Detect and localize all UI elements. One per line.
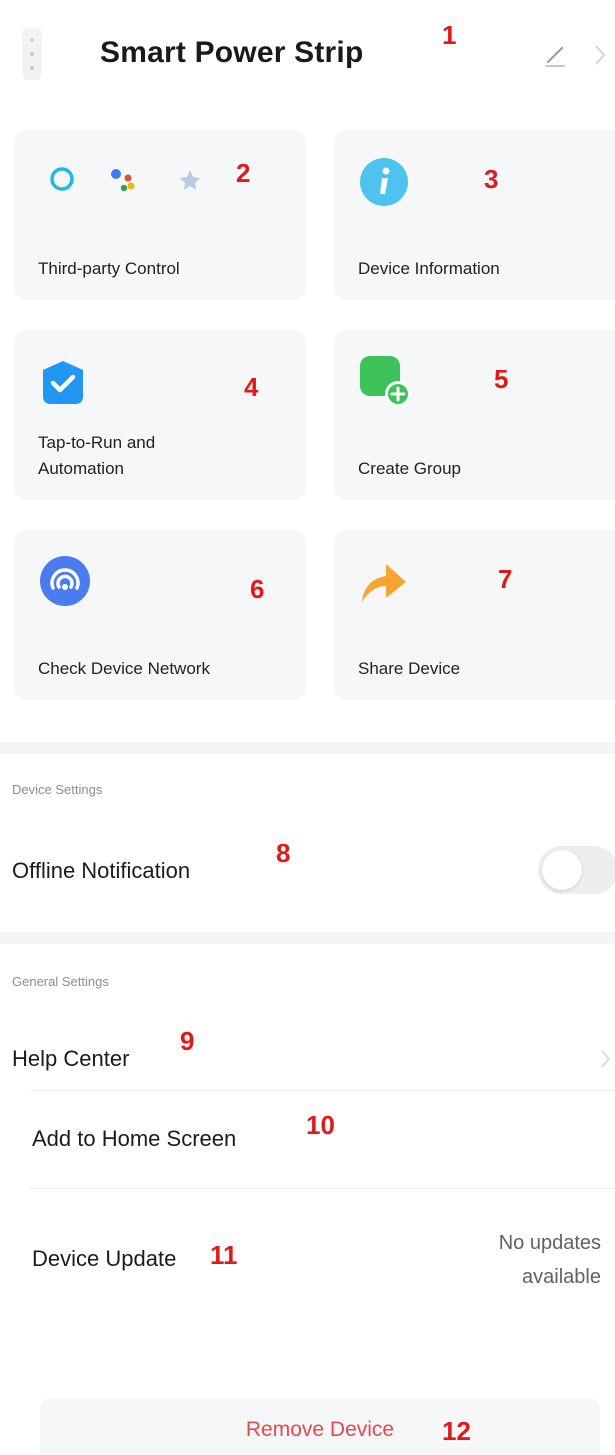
section-label-general-settings: General Settings: [12, 974, 109, 989]
device-update-label: Device Update: [32, 1246, 177, 1271]
chevron-right-icon: [601, 1050, 611, 1068]
add-to-home-screen-label: Add to Home Screen: [32, 1126, 237, 1151]
tile-check-device-network[interactable]: 6 Check Device Network: [14, 530, 306, 700]
tile-share-device[interactable]: 7 Share Device: [334, 530, 615, 700]
tile-third-party-control[interactable]: 2 Third-party Control: [14, 130, 306, 300]
offline-notification-label: Offline Notification: [12, 858, 191, 883]
tile-label: Third-party Control: [38, 259, 180, 278]
row-separator: [30, 1090, 615, 1091]
create-group-icon: [360, 356, 411, 407]
info-icon: [360, 158, 408, 206]
device-settings-page: Smart Power Strip 1 2 Third-party Contro…: [0, 0, 615, 1455]
header-bar: Smart Power Strip 1: [0, 0, 615, 110]
tile-label: Share Device: [358, 659, 461, 678]
device-thumbnail: [22, 28, 42, 80]
voice-assistants-icon: [50, 167, 200, 192]
tile-label: Create Group: [358, 459, 461, 478]
tile-create-group[interactable]: 5 Create Group: [334, 330, 615, 500]
remove-device-button[interactable]: Remove Device: [40, 1398, 600, 1455]
device-name: Smart Power Strip: [100, 36, 364, 69]
share-arrow-icon: [362, 564, 406, 602]
tile-label: Check Device Network: [38, 659, 210, 678]
annotation-7: 7: [498, 564, 513, 594]
update-status-line-1: No updates: [498, 1232, 601, 1254]
edit-pencil-icon[interactable]: [540, 40, 570, 70]
remove-device-label: Remove Device: [245, 1418, 395, 1441]
annotation-4: 4: [244, 372, 259, 402]
annotation-1: 1: [442, 20, 457, 50]
annotation-5: 5: [494, 364, 509, 394]
section-divider: [0, 932, 615, 944]
tile-device-information[interactable]: 3 Device Information: [334, 130, 615, 300]
annotation-9: 9: [180, 1026, 195, 1056]
tile-label-line-2: Automation: [38, 459, 124, 478]
offline-notification-toggle[interactable]: [538, 846, 615, 894]
annotation-12: 12: [442, 1416, 471, 1446]
annotation-10: 10: [306, 1110, 335, 1140]
section-label-device-settings: Device Settings: [12, 782, 103, 797]
annotation-8: 8: [276, 838, 291, 868]
tile-label: Tap-to-Run and Automation: [38, 430, 155, 482]
toggle-knob: [542, 850, 582, 890]
automation-check-icon: [43, 361, 83, 404]
row-separator: [30, 1188, 615, 1189]
device-update-status: No updates available: [401, 1226, 601, 1294]
tile-tap-to-run-automation[interactable]: 4 Tap-to-Run and Automation: [14, 330, 306, 500]
section-divider: [0, 742, 615, 754]
chevron-right-icon[interactable]: [592, 42, 608, 68]
annotation-3: 3: [484, 164, 499, 194]
annotation-11: 11: [210, 1240, 238, 1270]
help-center-label: Help Center: [12, 1046, 130, 1071]
annotation-6: 6: [250, 574, 265, 604]
tile-label-line-1: Tap-to-Run and: [38, 433, 156, 452]
tile-label: Device Information: [358, 259, 500, 278]
network-signal-icon: [40, 556, 90, 606]
annotation-2: 2: [236, 158, 251, 188]
update-status-line-2: available: [522, 1266, 601, 1288]
